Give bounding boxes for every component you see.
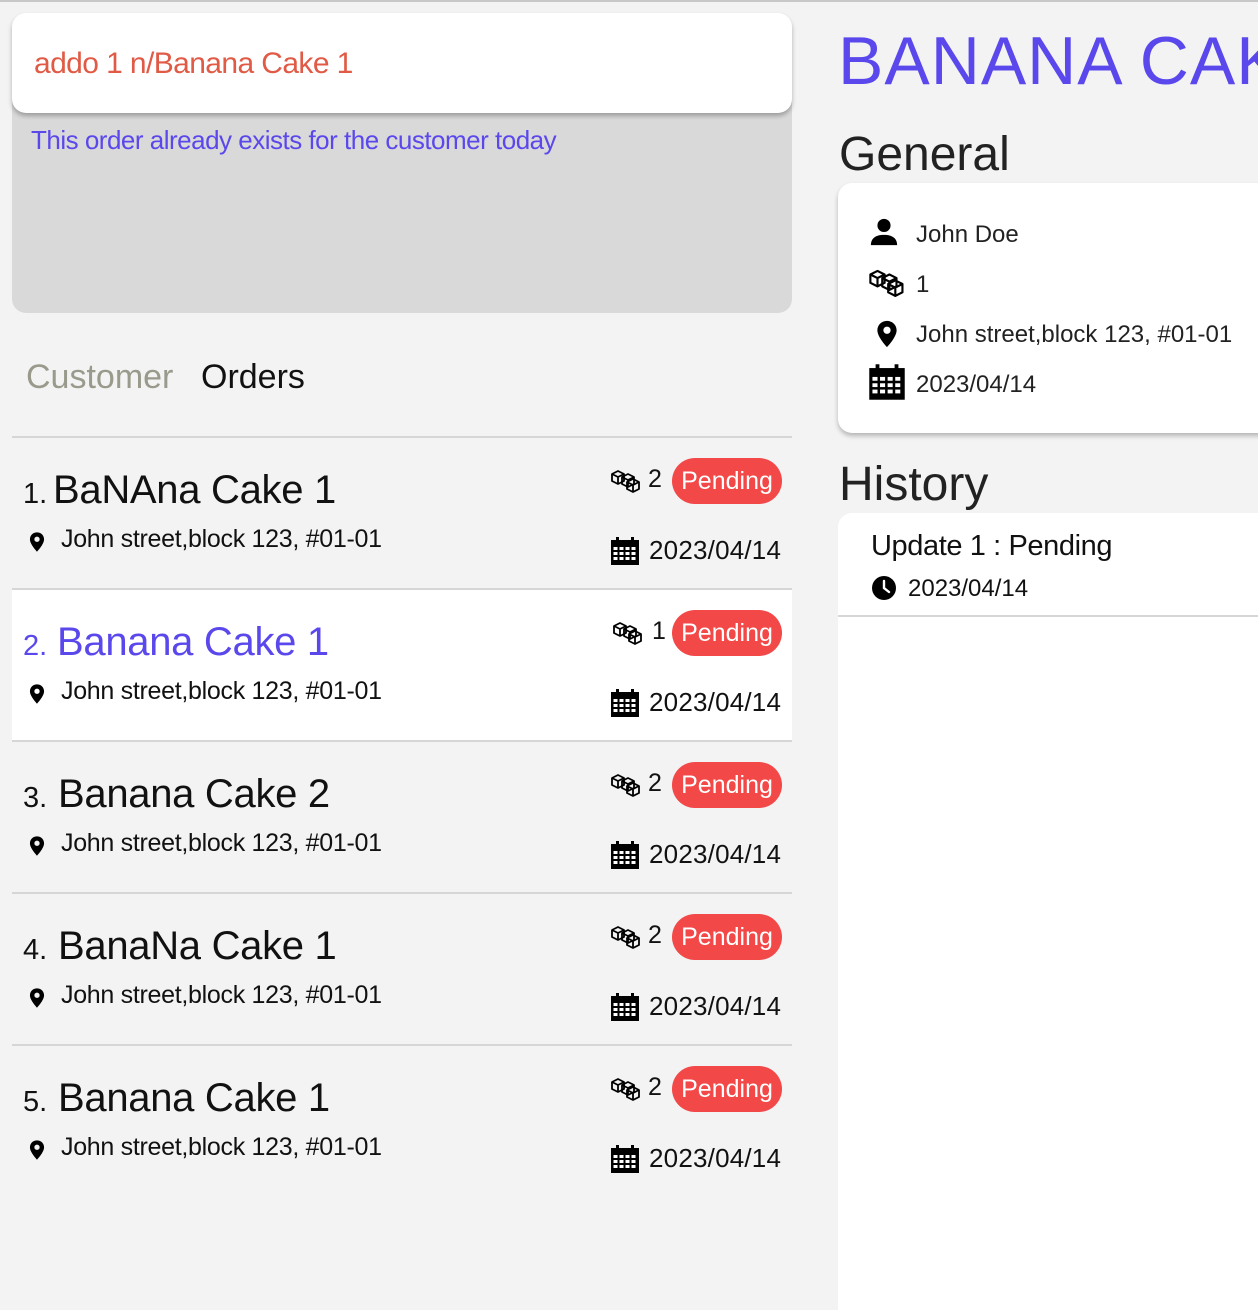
order-index: 3.	[23, 782, 48, 814]
order-name: Banana Cake 2	[58, 772, 330, 816]
address-row: John street,block 123, #01-01	[868, 313, 1258, 353]
order-date: 2023/04/14	[649, 991, 782, 1021]
cubes-icon	[610, 924, 642, 952]
order-address: John street,block 123, #01-01	[61, 1133, 382, 1161]
cubes-icon	[868, 267, 906, 301]
calendar-icon	[868, 363, 906, 401]
location-pin-icon	[26, 1138, 48, 1162]
order-card[interactable]: 3. Banana Cake 2 John street,block 123, …	[12, 740, 792, 892]
location-pin-icon	[26, 986, 48, 1010]
order-quantity: 2	[648, 1073, 662, 1101]
order-date: 2023/04/14	[649, 1143, 782, 1173]
order-card[interactable]: 5. Banana Cake 1 John street,block 123, …	[12, 1044, 792, 1196]
status-badge: Pending	[672, 762, 782, 808]
tab-orders[interactable]: Orders	[201, 358, 305, 397]
order-card[interactable]: 4. BanaNa Cake 1 John street,block 123, …	[12, 892, 792, 1044]
calendar-icon	[610, 688, 640, 718]
order-date: 2023/04/14	[649, 535, 782, 565]
order-quantity: 2	[648, 921, 662, 949]
tab-customer[interactable]: Customer	[26, 358, 173, 397]
history-entry: Update 1 : Pending 2023/04/14	[838, 513, 1258, 617]
clock-icon	[871, 575, 897, 601]
order-name: BaNAna Cake 1	[53, 468, 336, 512]
general-card: John Doe 1 John street,block 123, #01-01…	[838, 183, 1258, 433]
detail-date: 2023/04/14	[916, 371, 1037, 398]
order-name: Banana Cake 1	[57, 620, 329, 664]
cubes-icon	[610, 1076, 642, 1104]
order-date: 2023/04/14	[649, 687, 782, 717]
location-pin-icon	[26, 682, 48, 706]
status-badge: Pending	[672, 458, 782, 504]
order-index: 5.	[23, 1086, 48, 1118]
order-index: 2.	[23, 630, 48, 662]
quantity-row: 1	[868, 263, 1258, 303]
order-quantity: 1	[652, 617, 666, 645]
order-address: John street,block 123, #01-01	[61, 677, 382, 705]
calendar-icon	[610, 536, 640, 566]
calendar-icon	[610, 1144, 640, 1174]
cubes-icon	[610, 772, 642, 800]
order-name: BanaNa Cake 1	[58, 924, 337, 968]
history-update: Update 1 : Pending	[871, 530, 1113, 562]
history-date: 2023/04/14	[908, 575, 1029, 602]
order-card[interactable]: 1. BaNAna Cake 1 John street,block 123, …	[12, 436, 792, 588]
person-icon	[868, 217, 900, 247]
location-pin-icon	[26, 530, 48, 554]
order-name: Banana Cake 1	[58, 1076, 330, 1120]
location-pin-icon	[872, 317, 902, 351]
order-index: 4.	[23, 934, 48, 966]
command-box[interactable]	[12, 13, 792, 113]
order-card[interactable]: 2. Banana Cake 1 John street,block 123, …	[12, 588, 792, 740]
detail-quantity: 1	[916, 271, 930, 298]
customer-row: John Doe	[868, 213, 1258, 253]
calendar-icon	[610, 992, 640, 1022]
order-quantity: 2	[648, 465, 662, 493]
detail-address: John street,block 123, #01-01	[916, 321, 1233, 348]
command-input[interactable]	[34, 47, 774, 81]
order-index: 1.	[23, 478, 48, 510]
status-badge: Pending	[672, 610, 782, 656]
calendar-icon	[610, 840, 640, 870]
customer-name: John Doe	[916, 221, 1019, 248]
cubes-icon	[610, 468, 642, 496]
history-heading: History	[839, 458, 989, 511]
order-quantity: 2	[648, 769, 662, 797]
order-list: 1. BaNAna Cake 1 John street,block 123, …	[12, 436, 792, 1196]
order-address: John street,block 123, #01-01	[61, 981, 382, 1009]
order-address: John street,block 123, #01-01	[61, 829, 382, 857]
general-heading: General	[839, 128, 1010, 181]
status-badge: Pending	[672, 914, 782, 960]
history-card: Update 1 : Pending 2023/04/14	[838, 513, 1258, 1310]
order-address: John street,block 123, #01-01	[61, 525, 382, 553]
left-pane: This order already exists for the custom…	[12, 2, 792, 1310]
status-badge: Pending	[672, 1066, 782, 1112]
date-row: 2023/04/14	[868, 363, 1258, 403]
order-date: 2023/04/14	[649, 839, 782, 869]
order-detail-title: BANANA CAKE 1	[838, 23, 1258, 99]
cubes-icon	[612, 620, 644, 648]
result-message: This order already exists for the custom…	[31, 125, 557, 155]
location-pin-icon	[26, 834, 48, 858]
